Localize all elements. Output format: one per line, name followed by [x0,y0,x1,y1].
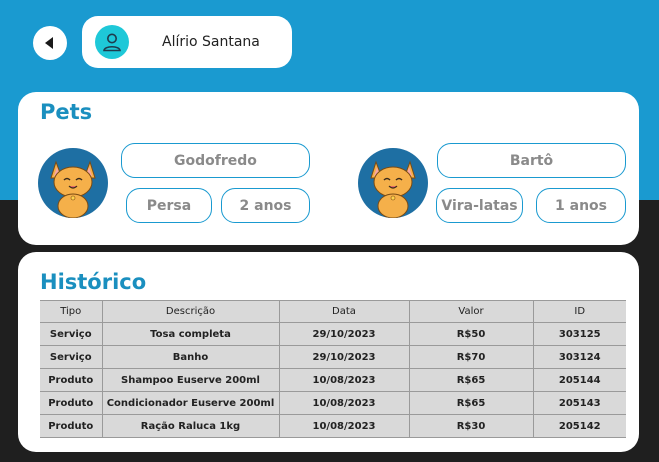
table-row[interactable]: Produto Ração Raluca 1kg 10/08/2023 R$30… [40,414,626,438]
cell-value: R$50 [408,322,534,346]
pet-breed-field[interactable]: Persa [126,188,212,223]
cat-icon [50,160,96,218]
table-header-row: Tipo Descrição Data Valor ID [40,300,626,323]
cell-date: 10/08/2023 [278,368,410,392]
cell-description: Ração Raluca 1kg [101,414,280,438]
user-icon [103,33,121,52]
pet-name-field[interactable]: Godofredo [121,143,310,178]
user-name: Alírio Santana [162,34,260,50]
cell-id: 205144 [532,368,626,392]
cell-date: 29/10/2023 [278,322,410,346]
cell-id: 303125 [532,322,626,346]
cell-type: Produto [40,391,103,415]
cell-date: 10/08/2023 [278,391,410,415]
table-row[interactable]: Produto Condicionador Euserve 200ml 10/0… [40,391,626,415]
cell-date: 29/10/2023 [278,345,410,369]
cell-value: R$30 [408,414,534,438]
cell-id: 205142 [532,414,626,438]
cell-description: Banho [101,345,280,369]
back-button[interactable] [33,26,67,60]
cat-icon [370,160,416,218]
column-header: Valor [408,300,534,323]
column-header: Descrição [101,300,280,323]
cell-type: Produto [40,414,103,438]
column-header: Tipo [40,300,103,323]
column-header: ID [532,300,626,323]
cell-type: Produto [40,368,103,392]
cell-description: Shampoo Euserve 200ml [101,368,280,392]
table-row[interactable]: Produto Shampoo Euserve 200ml 10/08/2023… [40,368,626,392]
pet-avatar [358,148,428,218]
history-table: Tipo Descrição Data Valor ID Serviço Tos… [40,300,626,438]
cell-value: R$70 [408,345,534,369]
cell-date: 10/08/2023 [278,414,410,438]
user-card[interactable]: Alírio Santana [82,16,292,68]
cell-type: Serviço [40,345,103,369]
cell-type: Serviço [40,322,103,346]
pet-age-field[interactable]: 2 anos [221,188,310,223]
cell-description: Tosa completa [101,322,280,346]
pet-name-field[interactable]: Bartô [437,143,626,178]
cell-value: R$65 [408,391,534,415]
table-row[interactable]: Serviço Banho 29/10/2023 R$70 303124 [40,345,626,369]
avatar [95,25,129,59]
pet-avatar [38,148,108,218]
cell-value: R$65 [408,368,534,392]
cell-id: 303124 [532,345,626,369]
cell-id: 205143 [532,391,626,415]
pet-breed-field[interactable]: Vira-latas [436,188,523,223]
pets-card: Pets Godofredo Persa 2 anos Bartô Vira-l… [18,92,639,245]
pet-age-field[interactable]: 1 anos [536,188,626,223]
cell-description: Condicionador Euserve 200ml [101,391,280,415]
history-title: Histórico [40,270,147,294]
pets-title: Pets [40,100,93,124]
column-header: Data [278,300,410,323]
history-card: Histórico Tipo Descrição Data Valor ID S… [18,252,639,452]
back-arrow-icon [45,37,53,49]
table-row[interactable]: Serviço Tosa completa 29/10/2023 R$50 30… [40,322,626,346]
